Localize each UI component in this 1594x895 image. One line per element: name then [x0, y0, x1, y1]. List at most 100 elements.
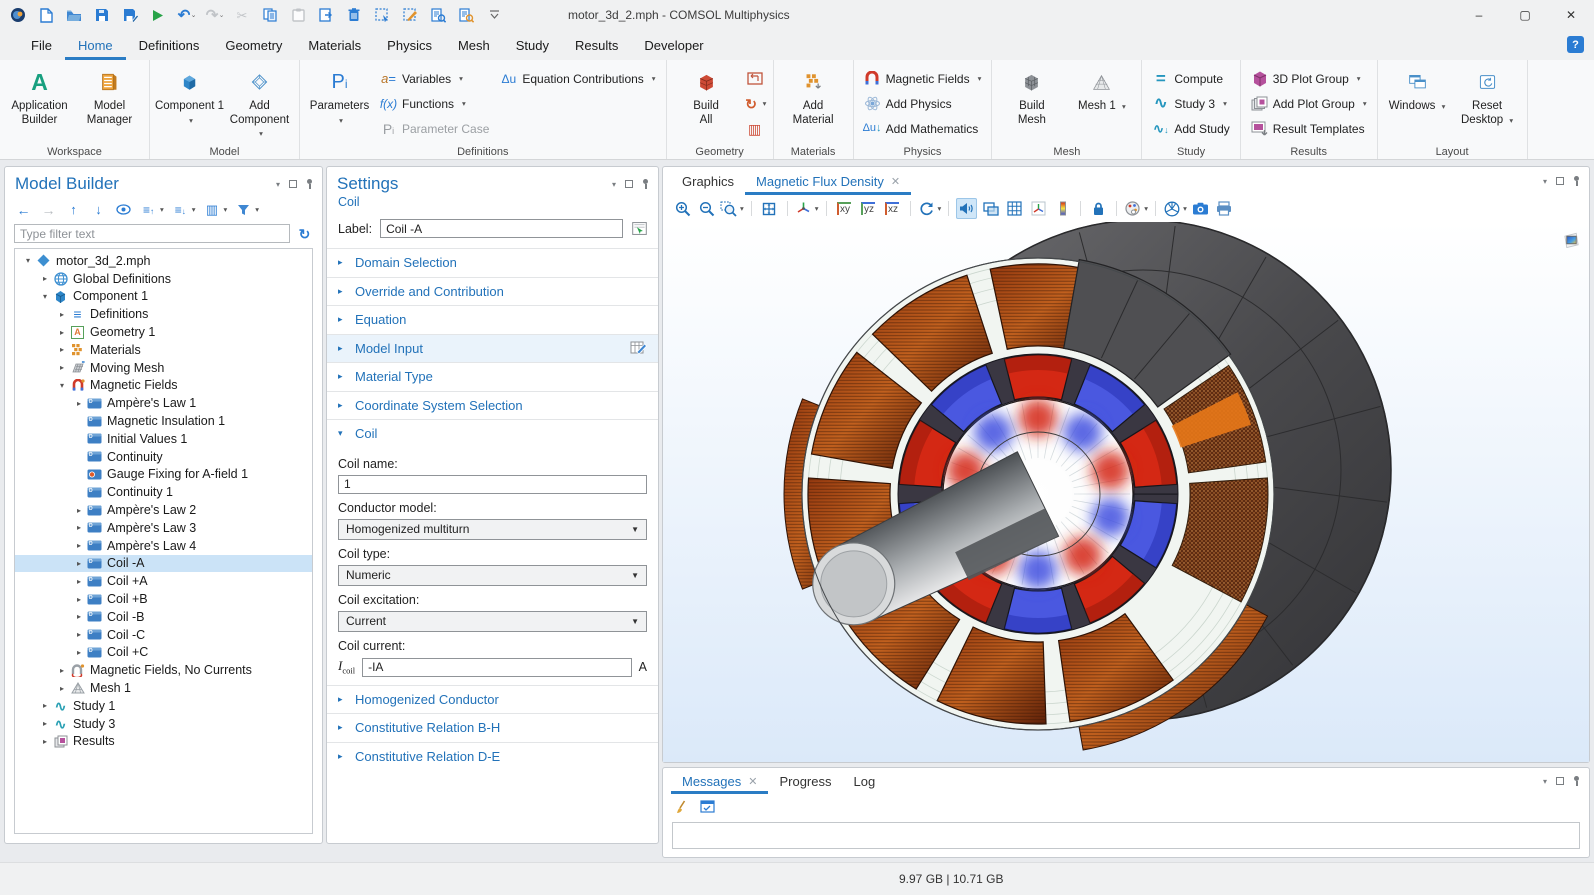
tree-item-component-1[interactable]: ▾Component 1 [15, 288, 312, 306]
tree-chevron-icon[interactable]: ▸ [55, 363, 69, 372]
paste-button[interactable] [286, 3, 310, 27]
zoom-extents-button[interactable] [759, 198, 780, 219]
menu-tab-file[interactable]: File [18, 30, 65, 60]
rotate-button[interactable]: ▾ [918, 198, 942, 219]
tree-item-amp-re-s-law-4[interactable]: ▸DAmpère's Law 4 [15, 537, 312, 555]
menu-tab-results[interactable]: Results [562, 30, 631, 60]
tree-item-results[interactable]: ▸Results [15, 733, 312, 751]
tree-chevron-icon[interactable]: ▸ [38, 274, 52, 283]
section-domain-selection[interactable]: ▸Domain Selection [327, 248, 658, 277]
maximize-button[interactable]: ▢ [1502, 0, 1548, 30]
message-log-button[interactable] [699, 798, 716, 818]
section-override-and-contribution[interactable]: ▸Override and Contribution [327, 277, 658, 306]
menu-tab-home[interactable]: Home [65, 30, 126, 60]
coil-type-select[interactable]: Numeric▼ [338, 565, 647, 586]
tree-filter-input[interactable] [14, 224, 290, 243]
ribbon-item-add-plot-group[interactable]: Add Plot Group▾ [1246, 92, 1372, 115]
graphics-canvas[interactable] [663, 222, 1589, 762]
ribbon-item-functions[interactable]: f(x)Functions▾ [375, 92, 494, 115]
ribbon-item-equation-contributions[interactable]: ΔuEquation Contributions▾ [495, 67, 660, 90]
ribbon-item-compute[interactable]: =Compute [1147, 67, 1234, 90]
coil-name-input[interactable] [338, 475, 647, 494]
tree-item-magnetic-fields[interactable]: ▾Magnetic Fields [15, 377, 312, 395]
ribbon-icon-insert-sequence[interactable] [742, 67, 768, 90]
tree-item-magnetic-insulation-1[interactable]: DMagnetic Insulation 1 [15, 412, 312, 430]
menu-tab-developer[interactable]: Developer [631, 30, 716, 60]
save-as-button[interactable] [118, 3, 142, 27]
ribbon-item-add-physics[interactable]: Add Physics [859, 92, 987, 115]
tree-chevron-icon[interactable]: ▸ [72, 612, 86, 621]
tree-item-global-definitions[interactable]: ▸Global Definitions [15, 270, 312, 288]
clear-messages-button[interactable] [673, 798, 690, 819]
tree-item-motor-3d-2-mph[interactable]: ▾motor_3d_2.mph [15, 252, 312, 270]
coil-current-input[interactable] [362, 658, 632, 677]
tree-chevron-icon[interactable]: ▸ [55, 684, 69, 693]
pin-panel-icon[interactable] [1573, 176, 1580, 187]
ribbon-item-3d-plot-group[interactable]: 3D Plot Group▾ [1246, 67, 1372, 90]
graphics-tab-graphics[interactable]: Graphics [671, 167, 745, 195]
section-homogenized-conductor[interactable]: ▸Homogenized Conductor [327, 685, 658, 714]
ribbon-button-build-all[interactable]: BuildAll [672, 63, 741, 143]
expand-all-button[interactable]: ≡↑▾ [140, 201, 164, 218]
ribbon-button-add-component[interactable]: AddComponent ▾ [225, 63, 294, 143]
ribbon-button-reset-desktop[interactable]: ResetDesktop ▾ [1453, 63, 1522, 143]
show-axes-button[interactable] [1028, 198, 1049, 219]
show-button[interactable] [115, 201, 132, 218]
ribbon-item-add-mathematics[interactable]: Δu↓Add Mathematics [859, 117, 987, 140]
tree-item-initial-values-1[interactable]: DInitial Values 1 [15, 430, 312, 448]
ribbon-item-study-3[interactable]: ∿Study 3▾ [1147, 92, 1234, 115]
tree-item-coil-b[interactable]: ▸DCoil +B [15, 590, 312, 608]
ribbon-item-result-templates[interactable]: Result Templates [1246, 117, 1372, 140]
panel-menu-icon[interactable]: ▾ [276, 180, 280, 189]
tree-chevron-icon[interactable]: ▸ [38, 737, 52, 746]
tree-chevron-icon[interactable]: ▸ [38, 701, 52, 710]
color-legend-button[interactable] [1052, 198, 1073, 219]
tree-chevron-icon[interactable]: ▾ [38, 292, 52, 301]
tree-item-amp-re-s-law-2[interactable]: ▸DAmpère's Law 2 [15, 501, 312, 519]
menu-tab-geometry[interactable]: Geometry [212, 30, 295, 60]
new-file-button[interactable] [34, 3, 58, 27]
transparency-button[interactable] [980, 198, 1001, 219]
section-equation[interactable]: ▸Equation [327, 305, 658, 334]
minimize-button[interactable]: – [1456, 0, 1502, 30]
cut-button[interactable]: ✂ [230, 3, 254, 27]
collapse-all-button[interactable]: ≡↓▾ [172, 201, 196, 218]
zoom-out-button[interactable] [696, 198, 717, 219]
undo-button[interactable]: ↶⌄ [174, 3, 198, 27]
back-button[interactable]: ← [15, 201, 32, 218]
dropdown-icon[interactable]: ⌄ [191, 11, 197, 19]
dropdown-icon[interactable]: ⌄ [219, 11, 225, 19]
refresh-icon[interactable]: ↻ [296, 225, 313, 242]
ribbon-button-add-material[interactable]: AddMaterial [779, 63, 848, 143]
tree-item-geometry-1[interactable]: ▸AGeometry 1 [15, 323, 312, 341]
tree-item-amp-re-s-law-1[interactable]: ▸DAmpère's Law 1 [15, 394, 312, 412]
tree-item-definitions[interactable]: ▸≡Definitions [15, 305, 312, 323]
create-selection-icon[interactable] [631, 220, 648, 237]
tree-chevron-icon[interactable]: ▸ [55, 310, 69, 319]
graphics-tab-magnetic-flux-density[interactable]: Magnetic Flux Density✕ [745, 167, 911, 195]
tree-chevron-icon[interactable]: ▸ [72, 630, 86, 639]
float-panel-icon[interactable] [1556, 777, 1564, 785]
conductor-model-select[interactable]: Homogenized multiturn▼ [338, 519, 647, 540]
pin-panel-icon[interactable] [1573, 776, 1580, 787]
tree-chevron-icon[interactable]: ▸ [72, 648, 86, 657]
tree-chevron-icon[interactable]: ▾ [21, 256, 35, 265]
close-tab-icon[interactable]: ✕ [891, 175, 900, 188]
close-tab-icon[interactable]: ✕ [748, 775, 757, 788]
section-coil[interactable]: ▾Coil [327, 419, 658, 448]
show-grid-button[interactable] [1004, 198, 1025, 219]
section-material-type[interactable]: ▸Material Type [327, 362, 658, 391]
tree-item-continuity[interactable]: DContinuity [15, 448, 312, 466]
open-button[interactable] [62, 3, 86, 27]
copy-button[interactable] [258, 3, 282, 27]
label-field-input[interactable] [380, 219, 623, 238]
float-panel-icon[interactable] [289, 180, 297, 188]
comsol-logo-button[interactable] [6, 3, 30, 27]
messages-tab-log[interactable]: Log [843, 768, 887, 794]
print-button[interactable] [1214, 198, 1235, 219]
ribbon-button-component-1[interactable]: Component 1 ▾ [155, 63, 224, 143]
compute-run-button[interactable] [146, 3, 170, 27]
ribbon-button-parameters[interactable]: PiParameters ▾ [305, 63, 374, 143]
forward-button[interactable]: → [40, 201, 57, 218]
tree-item-moving-mesh[interactable]: ▸Moving Mesh [15, 359, 312, 377]
